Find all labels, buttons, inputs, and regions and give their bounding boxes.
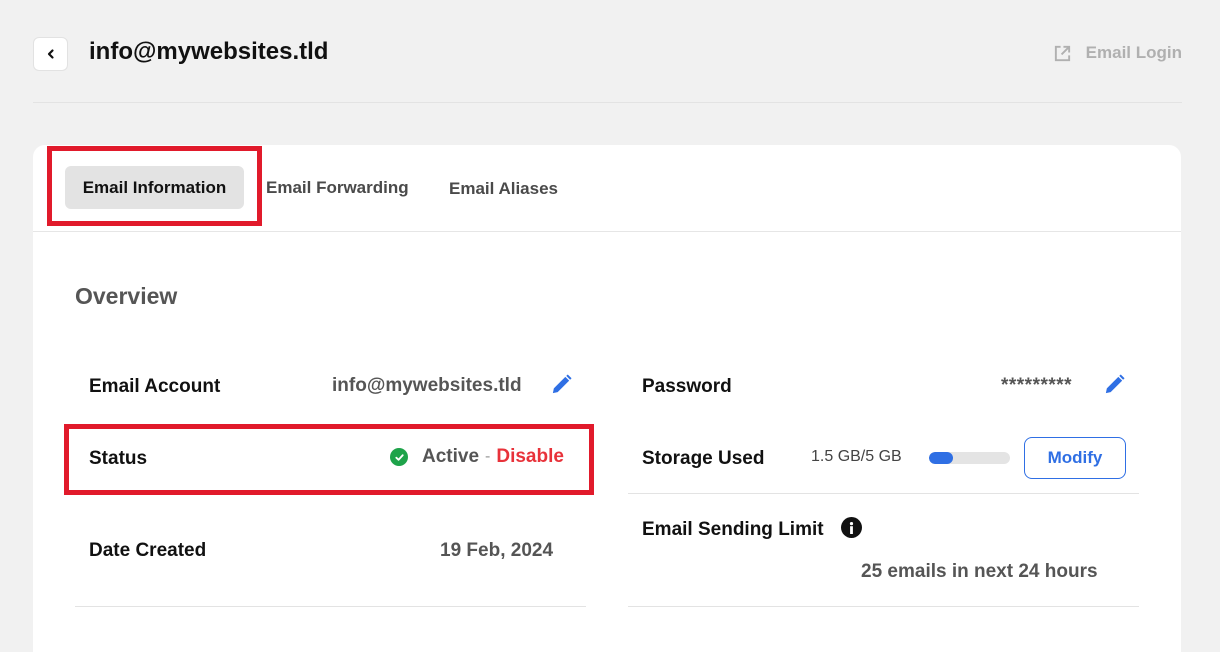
overview-heading: Overview bbox=[75, 283, 178, 309]
tab-email-information[interactable]: Email Information bbox=[65, 166, 244, 209]
date-created-label: Date Created bbox=[89, 540, 207, 561]
email-account-label: Email Account bbox=[89, 376, 221, 397]
storage-used-value: 1.5 GB/5 GB bbox=[811, 448, 902, 465]
page-title: info@mywebsites.tld bbox=[89, 38, 329, 65]
modify-button[interactable]: Modify bbox=[1024, 437, 1126, 479]
pencil-icon[interactable] bbox=[1103, 373, 1126, 396]
right-bottom-divider bbox=[628, 606, 1139, 607]
email-login-label: Email Login bbox=[1085, 43, 1182, 62]
back-button[interactable] bbox=[33, 37, 68, 71]
disable-link[interactable]: Disable bbox=[496, 446, 564, 468]
email-account-value: info@mywebsites.tld bbox=[332, 375, 522, 396]
storage-used-label: Storage Used bbox=[642, 448, 765, 469]
password-value: ********* bbox=[1001, 375, 1073, 396]
password-label: Password bbox=[642, 376, 732, 397]
tab-email-aliases[interactable]: Email Aliases bbox=[449, 179, 558, 199]
storage-divider bbox=[628, 493, 1139, 494]
status-value-group: Active - Disable bbox=[390, 446, 564, 468]
header-divider bbox=[33, 102, 1182, 103]
status-separator: - bbox=[485, 448, 491, 465]
chevron-left-icon bbox=[47, 49, 54, 59]
left-bottom-divider bbox=[75, 606, 586, 607]
info-icon[interactable] bbox=[841, 517, 862, 538]
date-created-value: 19 Feb, 2024 bbox=[440, 540, 554, 561]
external-link-icon bbox=[1054, 45, 1070, 61]
email-details-card: Email Information Email Forwarding Email… bbox=[33, 145, 1181, 652]
pencil-icon[interactable] bbox=[550, 373, 573, 396]
check-circle-icon bbox=[390, 448, 408, 466]
tab-email-forwarding[interactable]: Email Forwarding bbox=[266, 178, 409, 198]
tabs-divider bbox=[33, 231, 1181, 232]
storage-progress-fill bbox=[929, 452, 954, 464]
status-label: Status bbox=[89, 448, 148, 469]
storage-progress-bar bbox=[929, 452, 1010, 464]
status-value: Active bbox=[422, 446, 480, 467]
email-sending-limit-value: 25 emails in next 24 hours bbox=[861, 561, 1098, 582]
email-login-link[interactable]: Email Login bbox=[1053, 43, 1182, 63]
email-sending-limit-label: Email Sending Limit bbox=[642, 519, 824, 540]
